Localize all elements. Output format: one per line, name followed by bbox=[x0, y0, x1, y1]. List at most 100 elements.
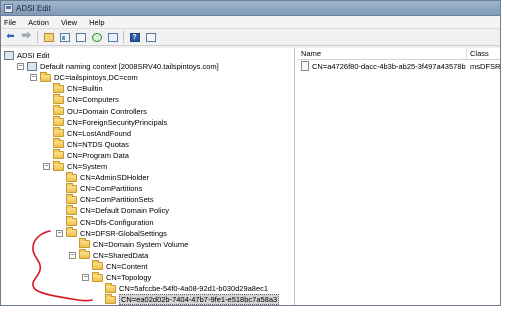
tree-item[interactable]: − Default naming context [2008SRV40.tails… bbox=[17, 61, 219, 72]
folder-icon bbox=[66, 193, 77, 204]
collapse-toggle-icon[interactable]: − bbox=[30, 74, 37, 82]
folder-icon bbox=[66, 204, 77, 215]
list-item-name-cell: CN=a4726f80-dacc-4b3b-ab25-3f497a43578b bbox=[297, 61, 467, 71]
tree-item-label: CN=Default Domain Policy bbox=[80, 206, 169, 216]
column-header-class[interactable]: Class bbox=[467, 48, 500, 59]
up-folder-icon bbox=[43, 32, 54, 42]
folder-icon bbox=[40, 71, 51, 82]
tree-item-label: CN=ForeignSecurityPrincipals bbox=[67, 117, 168, 127]
adsi-edit-app-icon bbox=[4, 3, 13, 13]
tree-item[interactable]: CN=Computers bbox=[43, 93, 119, 105]
tree-item[interactable]: CN=NTDS Quotas bbox=[43, 138, 129, 150]
tree-item-label: CN=Topology bbox=[106, 273, 152, 282]
tree-item-label: CN=AdminSDHolder bbox=[80, 173, 149, 183]
title-bar[interactable]: ADSI Edit bbox=[1, 1, 500, 16]
tree-item-label: CN=ComPartitionSets bbox=[80, 195, 154, 205]
tree-item-label: CN=ea02d02b-7404-47b7-9fe1-e518bc7a58a3 bbox=[119, 294, 280, 305]
collapse-toggle-icon[interactable]: − bbox=[69, 251, 76, 259]
console-tree[interactable]: ADSI Edit − Default naming context [2008SR… bbox=[1, 48, 295, 305]
list-item[interactable]: CN=a4726f80-dacc-4b3b-ab25-3f497a43578b … bbox=[297, 60, 500, 72]
help-icon: ? bbox=[129, 32, 140, 42]
tree-item[interactable]: CN=Dfs-Configuration bbox=[56, 216, 154, 228]
tree-item[interactable]: OU=Domain Controllers bbox=[43, 105, 147, 117]
tree-item-label: CN=Content bbox=[106, 261, 148, 271]
tree-item-label: CN=ComPartitions bbox=[80, 184, 143, 194]
tree-item-label: CN=Program Data bbox=[67, 150, 129, 160]
back-button[interactable]: ⬅ bbox=[4, 31, 17, 44]
tree-item[interactable]: CN=Builtin bbox=[43, 82, 103, 94]
tree-item[interactable]: − DC=tailspintoys,DC=com bbox=[30, 71, 138, 83]
export-list-icon bbox=[107, 32, 118, 42]
toolbar-separator bbox=[37, 31, 38, 43]
menu-view[interactable]: View bbox=[61, 18, 77, 27]
folder-icon bbox=[92, 271, 103, 282]
collapse-toggle-icon[interactable]: − bbox=[56, 229, 63, 237]
tree-item-label: CN=SharedData bbox=[93, 250, 149, 260]
tree-item[interactable]: CN=Content bbox=[82, 260, 148, 272]
menu-file[interactable]: File bbox=[4, 18, 16, 27]
folder-icon bbox=[79, 249, 90, 260]
tree-item[interactable]: CN=ComPartitionSets bbox=[56, 193, 154, 205]
menu-action[interactable]: Action bbox=[28, 18, 49, 27]
refresh-button[interactable] bbox=[90, 31, 103, 44]
back-arrow-icon: ⬅ bbox=[6, 31, 15, 42]
tree-item-label: CN=NTDS Quotas bbox=[67, 139, 129, 149]
folder-icon bbox=[105, 282, 116, 293]
tree-item[interactable]: CN=ForeignSecurityPrincipals bbox=[43, 116, 168, 128]
refresh-icon bbox=[91, 32, 102, 42]
up-folder-button[interactable] bbox=[42, 31, 55, 44]
menu-bar: File Action View Help bbox=[1, 16, 500, 29]
tree-item-label: DC=tailspintoys,DC=com bbox=[54, 73, 138, 83]
collapse-toggle-icon[interactable]: − bbox=[17, 63, 24, 71]
forward-button[interactable]: ⮕ bbox=[20, 31, 33, 44]
show-tree-button[interactable] bbox=[58, 31, 71, 44]
tree-item[interactable]: CN=ea02d02b-7404-47b7-9fe1-e518bc7a58a3 bbox=[95, 293, 280, 305]
folder-icon bbox=[66, 227, 77, 238]
tree-item[interactable]: CN=Default Domain Policy bbox=[56, 204, 169, 216]
tree-item-label: CN=Dfs-Configuration bbox=[80, 217, 154, 227]
folder-icon bbox=[53, 160, 64, 171]
tree-item-label: OU=Domain Controllers bbox=[67, 106, 147, 116]
collapse-toggle-icon[interactable]: − bbox=[43, 163, 50, 170]
details-pane[interactable]: Name Class CN=a4726f80-dacc-4b3b-ab25-3f… bbox=[297, 48, 500, 305]
menu-help[interactable]: Help bbox=[89, 18, 104, 27]
tree-item[interactable]: − CN=DFSR-GlobalSettings bbox=[56, 227, 167, 239]
tree-item[interactable]: CN=Program Data bbox=[43, 149, 129, 161]
tree-item[interactable]: CN=LostAndFound bbox=[43, 127, 131, 139]
tree-item-label: CN=Computers bbox=[67, 95, 119, 105]
tree-item[interactable]: CN=Domain System Volume bbox=[69, 238, 188, 250]
properties-sheet-button[interactable] bbox=[144, 31, 157, 44]
folder-icon bbox=[53, 138, 64, 149]
properties-button[interactable] bbox=[74, 31, 87, 44]
help-button[interactable]: ? bbox=[128, 31, 141, 44]
folder-icon bbox=[66, 216, 77, 226]
folder-icon bbox=[105, 293, 116, 304]
properties-sheet-icon bbox=[145, 32, 156, 42]
tree-item[interactable]: − CN=SharedData bbox=[69, 249, 149, 261]
tree-item[interactable]: − CN=System bbox=[43, 160, 107, 172]
tree-item[interactable]: CN=ComPartitions bbox=[56, 182, 143, 194]
tree-item[interactable]: CN=5afccbe-54f0-4a08-92d1-b030d29a8ec1 bbox=[95, 282, 269, 294]
folder-icon bbox=[53, 82, 64, 93]
tree-item[interactable]: ADSI Edit bbox=[4, 50, 50, 61]
list-header: Name Class bbox=[297, 48, 500, 60]
tree-item[interactable]: − CN=Topology bbox=[82, 271, 152, 283]
tree-item-label: ADSI Edit bbox=[17, 51, 50, 60]
tree-item[interactable]: CN=AdminSDHolder bbox=[56, 171, 149, 183]
export-list-button[interactable] bbox=[106, 31, 119, 44]
collapse-toggle-icon[interactable]: − bbox=[82, 274, 89, 281]
tree-item-label: CN=5afccbe-54f0-4a08-92d1-b030d29a8ec1 bbox=[119, 284, 269, 294]
toolbar-separator bbox=[123, 31, 124, 43]
folder-icon bbox=[92, 260, 103, 271]
column-header-name[interactable]: Name bbox=[297, 48, 467, 59]
